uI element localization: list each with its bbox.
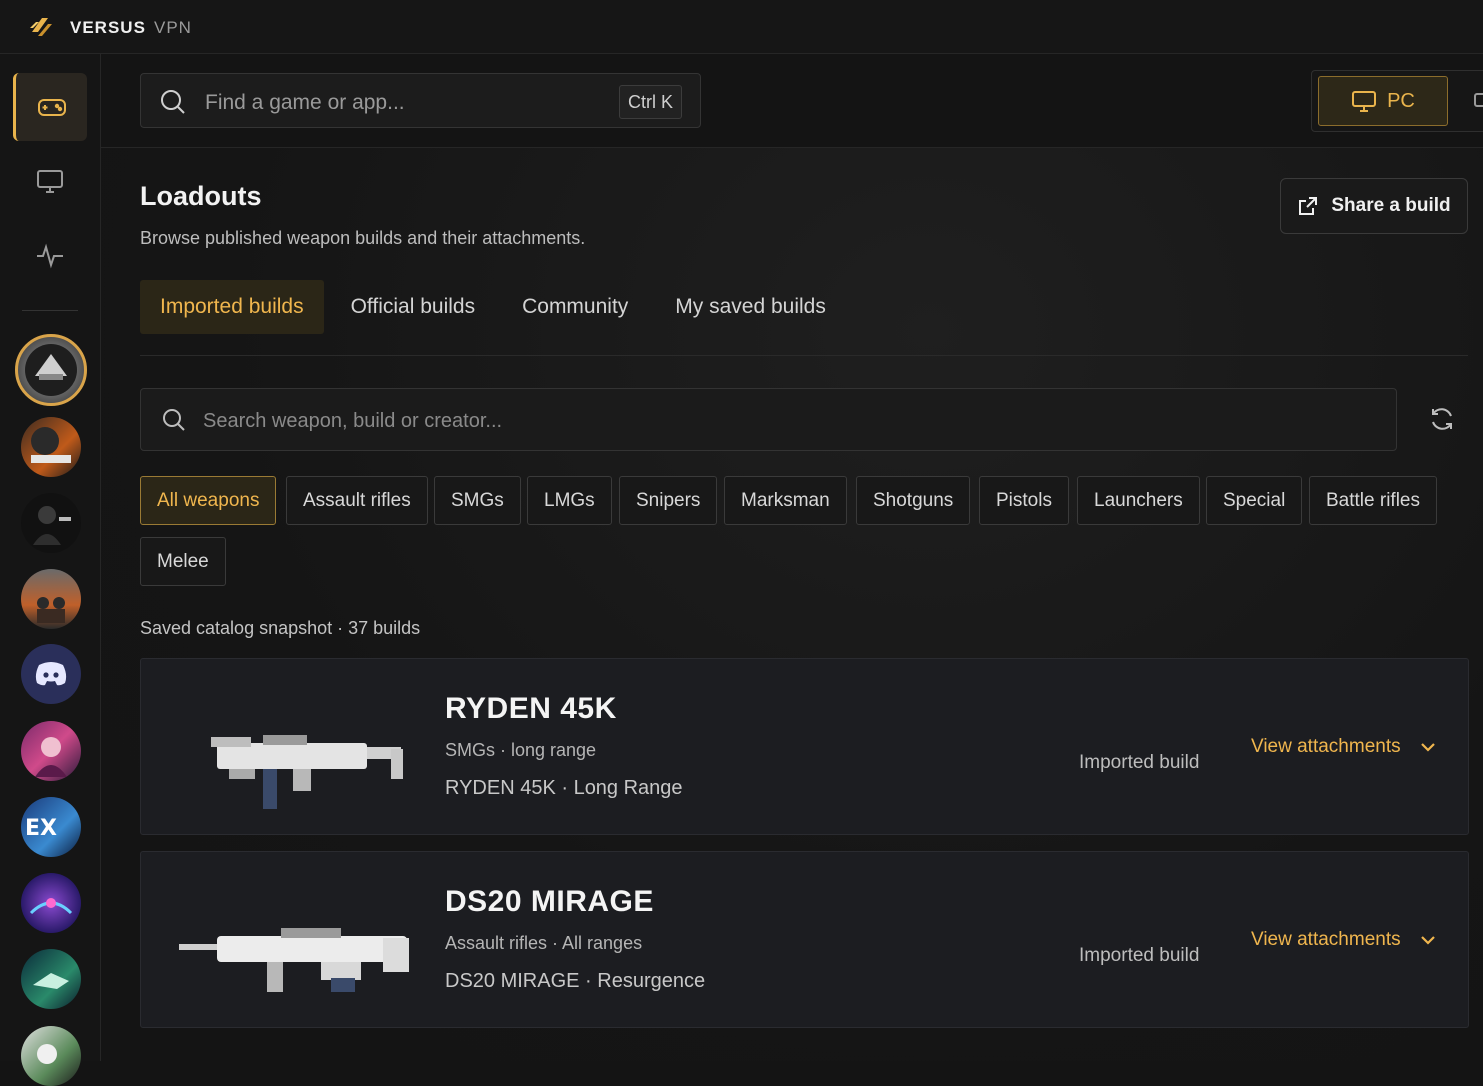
build-status: Imported build (1079, 945, 1200, 966)
build-card[interactable]: RYDEN 45K SMGs · long range RYDEN 45K · … (140, 658, 1469, 835)
tab-my-saved-builds[interactable]: My saved builds (655, 280, 846, 334)
gamepad-icon (37, 99, 66, 116)
share-build-button[interactable]: Share a build (1280, 178, 1468, 234)
game-avatar-more[interactable] (21, 1026, 81, 1086)
page-subtitle: Browse published weapon builds and their… (140, 228, 586, 248)
activity-pulse-icon (37, 243, 63, 269)
build-detail: DS20 MIRAGE · Resurgence (445, 970, 706, 992)
game-avatar-apex[interactable]: EX (21, 797, 81, 857)
header-divider (101, 147, 1483, 148)
game-avatar-rocket[interactable] (21, 949, 81, 1009)
game-tile-icon (33, 506, 71, 545)
refresh-icon[interactable] (1428, 405, 1456, 433)
chevron-down-icon (1420, 936, 1435, 945)
view-attachments-label: View attachments (1251, 736, 1401, 757)
svg-text:EX: EX (25, 816, 57, 841)
filter-battle-rifles[interactable]: Battle rifles (1309, 476, 1437, 525)
chevron-down-icon (1420, 743, 1435, 752)
build-card[interactable]: DS20 MIRAGE Assault rifles · All ranges … (140, 851, 1469, 1028)
weapon-search-input[interactable]: Search weapon, build or creator... (203, 410, 502, 433)
page-title: Loadouts (140, 181, 262, 211)
discord-icon (35, 662, 67, 686)
game-avatar-fortnite[interactable] (21, 721, 81, 781)
game-tile-icon (33, 973, 69, 989)
tab-imported-builds[interactable]: Imported builds (140, 280, 324, 334)
title-bar: VERSUS VPN (0, 0, 1483, 54)
global-search[interactable]: Find a game or app... Ctrl K (140, 73, 701, 128)
filter-marksman[interactable]: Marksman (724, 476, 847, 525)
external-link-icon[interactable] (1472, 90, 1483, 110)
weapon-search[interactable]: Search weapon, build or creator... (140, 388, 1397, 451)
game-avatar-discord[interactable] (21, 644, 81, 704)
build-status: Imported build (1079, 752, 1200, 773)
search-icon (163, 409, 185, 431)
rail-divider (22, 310, 78, 311)
platform-pc-button[interactable]: PC (1318, 76, 1448, 126)
game-avatar-neon[interactable] (21, 873, 81, 933)
share-icon (1299, 197, 1318, 215)
filter-launchers[interactable]: Launchers (1077, 476, 1200, 525)
filter-smgs[interactable]: SMGs (434, 476, 521, 525)
assault-rifle-weapon-icon (179, 928, 409, 992)
brand-name: VERSUS (70, 18, 146, 37)
tabs-divider (140, 355, 1468, 356)
game-avatar-call-of-duty[interactable] (21, 417, 81, 477)
catalog-info: Saved catalog snapshot · 37 builds (140, 618, 421, 638)
build-detail: RYDEN 45K · Long Range (445, 777, 683, 799)
smg-weapon-icon (211, 735, 403, 809)
filter-snipers[interactable]: Snipers (619, 476, 718, 525)
game-tile-icon (25, 344, 77, 396)
share-build-label: Share a build (1331, 195, 1451, 216)
game-tile-icon (37, 1044, 57, 1064)
build-meta: SMGs · long range (445, 740, 597, 760)
search-icon (161, 90, 185, 114)
view-attachments-button[interactable]: View attachments (1251, 929, 1437, 951)
monitor-icon (37, 170, 63, 193)
game-tile-icon (35, 737, 67, 777)
game-tile-icon (37, 597, 65, 623)
tab-community[interactable]: Community (502, 280, 648, 334)
view-attachments-button[interactable]: View attachments (1251, 736, 1437, 758)
build-source-tabs: Imported builds Official builds Communit… (140, 280, 853, 334)
brand-subtitle: VPN (154, 18, 192, 37)
filter-all-weapons[interactable]: All weapons (140, 476, 277, 525)
build-name: RYDEN 45K (445, 692, 617, 725)
versus-logo-icon (30, 18, 52, 36)
game-tile-icon (29, 898, 73, 915)
filter-special[interactable]: Special (1206, 476, 1303, 525)
game-tile-icon: EX (25, 816, 57, 841)
platform-pc-label: PC (1387, 89, 1415, 112)
game-avatar-battle[interactable] (21, 569, 81, 629)
view-attachments-label: View attachments (1251, 929, 1401, 950)
game-tile-icon (31, 427, 71, 463)
filter-lmgs[interactable]: LMGs (527, 476, 612, 525)
build-meta: Assault rifles · All ranges (445, 933, 643, 953)
game-avatar-shooter[interactable] (21, 493, 81, 553)
rail-games-button[interactable] (13, 73, 87, 141)
filter-shotguns[interactable]: Shotguns (856, 476, 971, 525)
shortcut-badge: Ctrl K (619, 85, 682, 119)
tab-official-builds[interactable]: Official builds (331, 280, 496, 334)
filter-melee[interactable]: Melee (140, 537, 226, 586)
left-rail: EX (0, 54, 101, 1086)
global-search-input[interactable]: Find a game or app... (205, 91, 405, 115)
filter-assault-rifles[interactable]: Assault rifles (286, 476, 428, 525)
rail-activity-button[interactable] (13, 221, 87, 289)
filter-pistols[interactable]: Pistols (979, 476, 1069, 525)
monitor-icon (1352, 91, 1377, 112)
game-avatar-warzone[interactable] (15, 334, 87, 406)
rail-apps-button[interactable] (13, 147, 87, 215)
build-name: DS20 MIRAGE (445, 885, 654, 918)
